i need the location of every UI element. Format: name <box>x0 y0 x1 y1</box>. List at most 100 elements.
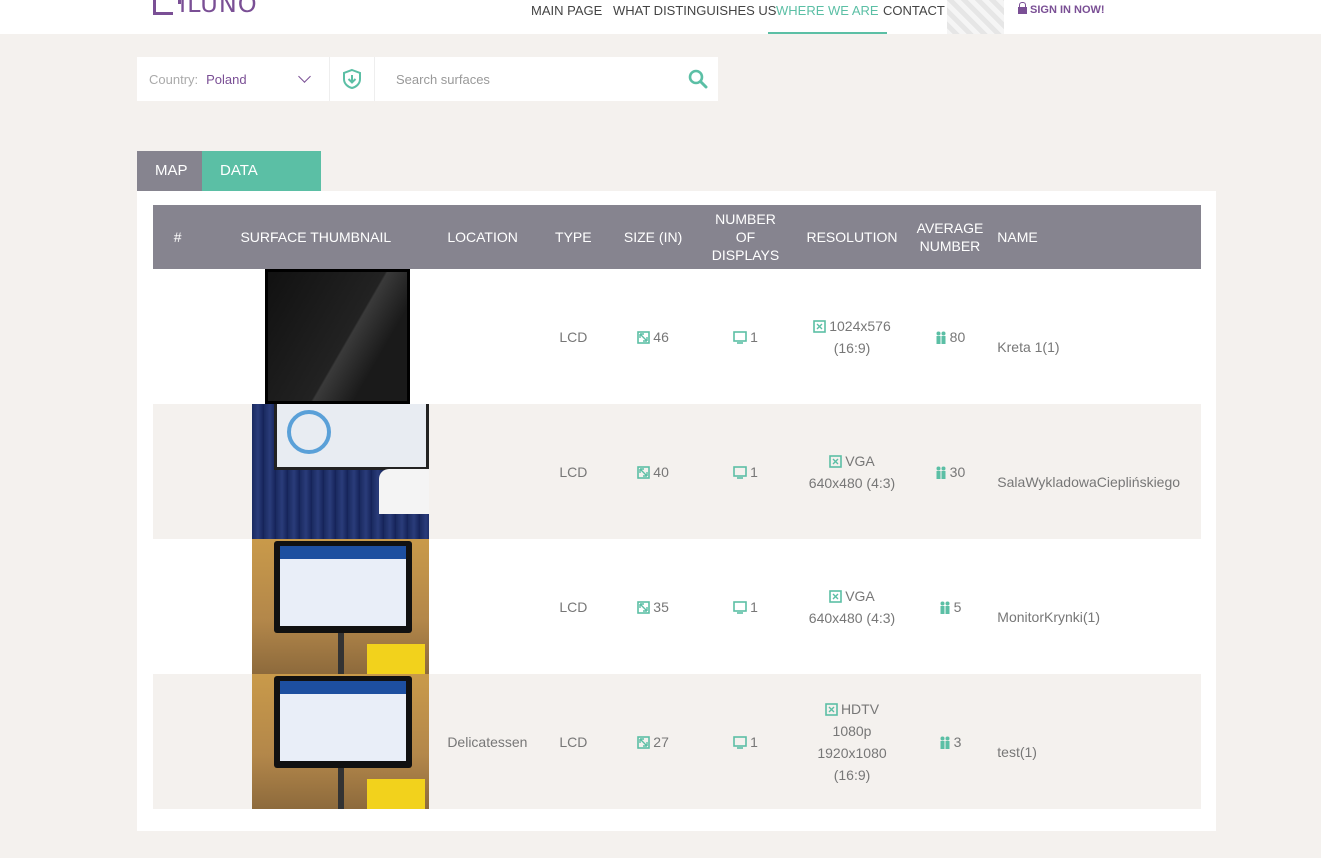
cell-average: 80 <box>909 269 992 404</box>
nav-contact[interactable]: CONTACT <box>883 0 945 34</box>
cell-thumbnail <box>202 674 430 809</box>
monitor-icon <box>733 465 747 479</box>
size-value: 35 <box>653 598 669 615</box>
cell-size: 27 <box>611 674 696 809</box>
cell-thumbnail <box>202 404 430 539</box>
cell-resolution: HDTV 1080p 1920x1080 (16:9) <box>795 674 908 809</box>
displays-value: 1 <box>750 733 758 750</box>
column-header-displays[interactable]: NUMBER OF DISPLAYS <box>696 205 796 269</box>
country-label: Country: <box>149 71 199 87</box>
column-header-average[interactable]: AVERAGE NUMBER <box>909 205 992 269</box>
cell-name[interactable]: test(1) <box>991 674 1201 809</box>
cell-location <box>429 269 536 404</box>
resolution-icon <box>813 319 827 333</box>
column-header-number[interactable]: # <box>153 205 202 269</box>
cell-name[interactable]: MonitorKrynki(1) <box>991 539 1201 674</box>
cell-average: 5 <box>909 539 992 674</box>
cell-size: 46 <box>611 269 696 404</box>
lock-icon <box>1018 1 1027 15</box>
logo-icon <box>153 0 181 15</box>
cell-thumbnail <box>202 539 430 674</box>
table-row[interactable]: LCD 40 1 VGA 640x480 (4:3) 30 SalaWyklad… <box>153 404 1201 539</box>
resolution-icon <box>829 454 843 468</box>
cell-size: 40 <box>611 404 696 539</box>
column-header-name[interactable]: NAME <box>991 205 1201 269</box>
cell-name[interactable]: SalaWykladowaCieplińskiego <box>991 404 1201 539</box>
displays-value: 1 <box>750 463 758 480</box>
country-select[interactable]: Country: Poland <box>137 57 330 101</box>
cell-type: LCD <box>559 598 588 615</box>
cell-resolution: 1024x576 (16:9) <box>795 269 908 404</box>
monitor-icon <box>733 330 747 344</box>
column-header-resolution[interactable]: RESOLUTION <box>795 205 908 269</box>
table-row[interactable]: LCD 35 1 VGA 640x480 (4:3) 5 MonitorKryn… <box>153 539 1201 674</box>
view-tabs: MAP DATA TABLE <box>137 151 321 219</box>
cell-type: LCD <box>559 463 588 480</box>
cell-displays: 1 <box>696 404 796 539</box>
data-table-panel: # SURFACE THUMBNAIL LOCATION TYPE SIZE (… <box>137 191 1216 831</box>
cell-average: 30 <box>909 404 992 539</box>
locate-button[interactable] <box>330 57 375 101</box>
sign-in-label: SIGN IN NOW! <box>1030 4 1105 16</box>
nav-where-we-are[interactable]: WHERE WE ARE <box>768 0 887 34</box>
filter-bar: Country: Poland <box>137 57 718 101</box>
people-icon <box>940 736 950 749</box>
cell-displays: 1 <box>696 269 796 404</box>
cell-number <box>153 404 202 539</box>
search-button[interactable] <box>678 57 718 101</box>
cell-location <box>429 404 536 539</box>
cell-resolution: VGA 640x480 (4:3) <box>795 539 908 674</box>
nav-main-page[interactable]: MAIN PAGE <box>531 0 602 34</box>
cell-name[interactable]: Kreta 1(1) <box>991 269 1201 404</box>
surface-thumbnail[interactable] <box>265 269 411 404</box>
displays-value: 1 <box>750 328 758 345</box>
column-header-type[interactable]: TYPE <box>536 205 610 269</box>
people-icon <box>936 331 946 344</box>
table-header-row: # SURFACE THUMBNAIL LOCATION TYPE SIZE (… <box>153 205 1201 269</box>
cell-location <box>429 539 536 674</box>
location-shield-icon <box>343 68 361 90</box>
resolution-icon <box>825 702 838 716</box>
average-value: 80 <box>949 328 966 345</box>
monitor-icon <box>733 600 747 614</box>
size-icon <box>637 735 651 749</box>
chevron-down-icon <box>298 70 311 83</box>
cell-number <box>153 539 202 674</box>
cell-location: Delicatessen <box>447 733 528 750</box>
cell-number <box>153 674 202 809</box>
cell-size: 35 <box>611 539 696 674</box>
table-row[interactable]: Delicatessen LCD 27 1 HDTV 1080p 1920x10… <box>153 674 1201 809</box>
cell-displays: 1 <box>696 539 796 674</box>
search-input[interactable] <box>375 57 678 101</box>
user-avatar[interactable] <box>947 0 1004 34</box>
size-value: 46 <box>653 328 669 345</box>
cell-number <box>153 269 202 404</box>
tab-map[interactable]: MAP <box>137 151 202 191</box>
average-value: 30 <box>949 463 966 480</box>
size-icon <box>637 330 651 344</box>
cell-resolution: VGA 640x480 (4:3) <box>795 404 908 539</box>
resolution-value: VGA 640x480 (4:3) <box>808 587 896 626</box>
tab-data-table[interactable]: DATA TABLE <box>202 151 321 219</box>
size-icon <box>637 465 651 479</box>
displays-value: 1 <box>750 598 758 615</box>
sign-in-link[interactable]: SIGN IN NOW! <box>1018 1 1105 16</box>
search-icon <box>688 69 708 89</box>
surface-thumbnail[interactable] <box>252 539 430 674</box>
column-header-thumbnail[interactable]: SURFACE THUMBNAIL <box>202 205 429 269</box>
surfaces-table: # SURFACE THUMBNAIL LOCATION TYPE SIZE (… <box>153 205 1201 809</box>
size-value: 27 <box>653 733 669 750</box>
cell-displays: 1 <box>696 674 796 809</box>
column-header-location[interactable]: LOCATION <box>429 205 536 269</box>
column-header-size[interactable]: SIZE (IN) <box>611 205 696 269</box>
size-value: 40 <box>653 463 669 480</box>
nav-what-distinguishes-us[interactable]: WHAT DISTINGUISHES US <box>613 0 776 34</box>
surface-thumbnail[interactable] <box>252 404 430 539</box>
people-icon <box>936 466 946 479</box>
cell-average: 3 <box>909 674 992 809</box>
surface-thumbnail[interactable] <box>252 674 430 809</box>
monitor-icon <box>733 735 747 749</box>
logo[interactable]: ILUNO <box>153 0 258 18</box>
table-row[interactable]: LCD 46 1 1024x576 (16:9) 80 Kreta 1(1) <box>153 269 1201 404</box>
cell-thumbnail <box>202 269 429 404</box>
